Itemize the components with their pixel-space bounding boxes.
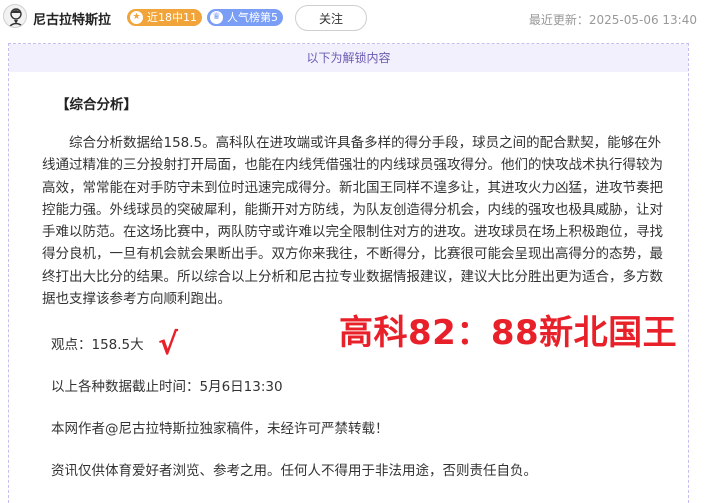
crown-icon: ♛: [210, 11, 223, 24]
streak-badge-label: 近18中11: [147, 11, 197, 24]
popularity-badge: ♛ 人气榜第5: [207, 9, 283, 26]
author-header: 尼古拉特斯拉 ★ 近18中11 ♛ 人气榜第5 关注 最近更新：2025-05-…: [0, 0, 707, 36]
copyright-text: 本网作者@尼古拉特斯拉独家稿件，未经许可严禁转载！: [51, 421, 389, 437]
final-score-overlay: 高科82：88新北国王: [339, 313, 678, 353]
author-name[interactable]: 尼古拉特斯拉: [33, 9, 111, 28]
data-cutoff-text: 以上各种数据截止时间：5月6日13:30: [51, 379, 283, 395]
last-update-time: 最近更新：2025-05-06 13:40: [528, 13, 697, 27]
follow-button[interactable]: 关注: [295, 5, 367, 31]
star-icon: ★: [130, 11, 143, 24]
avatar-portrait-icon: [7, 8, 25, 27]
disclaimer-text: 资讯仅供体育爱好者浏览、参考之用。任何人不得用于非法用途，否则责任自负。: [51, 463, 537, 479]
checkmark-icon: √: [158, 327, 179, 362]
analysis-paragraph: 综合分析数据给158.5。高科队在进攻端或许具备多样的得分手段，球员之间的配合默…: [42, 135, 663, 308]
streak-badge: ★ 近18中11: [127, 9, 202, 26]
section-title: 【综合分析】: [56, 97, 137, 113]
unlock-notice: 以下为解锁内容: [9, 44, 688, 72]
popularity-badge-label: 人气榜第5: [227, 11, 278, 24]
avatar[interactable]: [3, 4, 27, 28]
viewpoint-text: 观点：158.5大: [51, 337, 144, 353]
